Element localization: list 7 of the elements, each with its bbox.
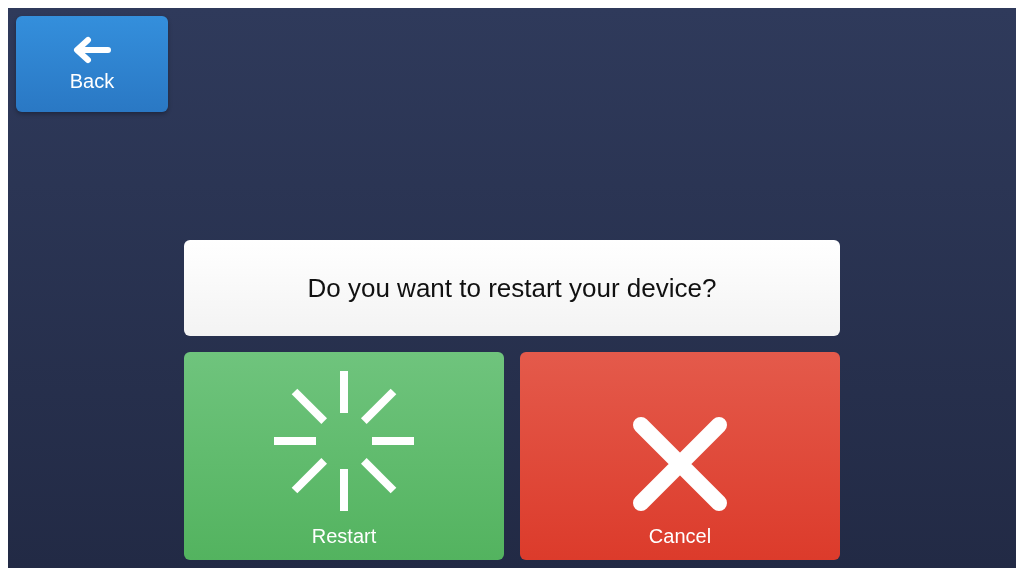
question-text: Do you want to restart your device? [184,240,840,336]
close-icon [633,417,727,511]
spinner-icon [274,371,414,511]
back-arrow-icon [72,35,112,64]
restart-button[interactable]: Restart [184,352,504,560]
back-button[interactable]: Back [16,16,168,112]
cancel-button[interactable]: Cancel [520,352,840,560]
